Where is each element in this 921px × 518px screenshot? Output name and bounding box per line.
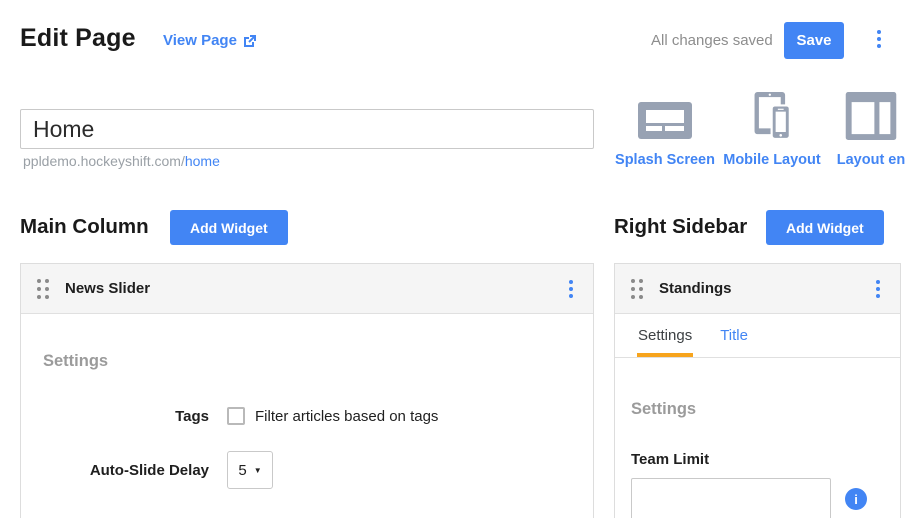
team-limit-row: i [631, 478, 884, 518]
news-slider-card-header: News Slider [21, 264, 593, 314]
page-name-input[interactable] [20, 109, 594, 149]
splash-screen-icon [638, 102, 692, 140]
tags-label: Tags [43, 408, 209, 425]
auto-slide-delay-value: 5 [238, 462, 246, 479]
page-url-prefix: ppldemo.hockeyshift.com/ [23, 153, 185, 169]
standings-body: Settings Team Limit i [615, 358, 900, 518]
news-slider-title: News Slider [65, 280, 565, 297]
news-slider-settings-heading: Settings [43, 352, 571, 371]
news-slider-body: Settings Tags Filter articles based on t… [21, 314, 593, 513]
page-options-kebab-icon[interactable] [873, 26, 885, 52]
standings-card-header: Standings [615, 264, 900, 314]
layout-columns-icon [841, 92, 901, 140]
splash-screen-option[interactable]: Splash Screen [612, 92, 718, 168]
standings-title: Standings [659, 280, 872, 297]
page-url-slug: home [185, 153, 220, 169]
news-slider-widget-card: News Slider Settings Tags Filter article… [20, 263, 594, 518]
auto-slide-delay-select[interactable]: 5 ▼ [227, 451, 273, 489]
view-page-label: View Page [163, 32, 237, 49]
team-limit-input[interactable] [631, 478, 831, 518]
news-slider-kebab-icon[interactable] [565, 276, 577, 302]
tab-title[interactable]: Title [719, 314, 749, 357]
layout-label: Layout en [837, 152, 905, 168]
external-link-icon [243, 34, 257, 48]
view-page-link[interactable]: View Page [163, 32, 257, 49]
right-sidebar-heading: Right Sidebar [614, 215, 747, 239]
standings-settings-heading: Settings [631, 400, 884, 419]
standings-widget-card: Standings Settings Title Settings Team L… [614, 263, 901, 518]
mobile-layout-option[interactable]: Mobile Layout [722, 92, 822, 168]
standings-tabs: Settings Title [615, 314, 900, 358]
auto-slide-delay-row: Auto-Slide Delay 5 ▼ [43, 451, 571, 489]
tags-row: Tags Filter articles based on tags [43, 407, 571, 425]
right-sidebar-add-widget-button[interactable]: Add Widget [766, 210, 884, 245]
select-caret-icon: ▼ [254, 466, 262, 475]
save-button[interactable]: Save [784, 22, 844, 59]
mobile-layout-label: Mobile Layout [723, 152, 820, 168]
mobile-layout-icon [745, 92, 799, 140]
drag-handle-icon[interactable] [631, 279, 643, 299]
standings-kebab-icon[interactable] [872, 276, 884, 302]
info-icon[interactable]: i [845, 488, 867, 510]
team-limit-label: Team Limit [631, 451, 884, 468]
filter-articles-checkbox[interactable] [227, 407, 245, 425]
main-column-heading: Main Column [20, 215, 149, 239]
drag-handle-icon[interactable] [37, 279, 49, 299]
splash-screen-label: Splash Screen [615, 152, 715, 168]
save-status-text: All changes saved [651, 32, 773, 49]
page-url: ppldemo.hockeyshift.com/home [23, 153, 220, 169]
filter-articles-checkbox-label: Filter articles based on tags [255, 408, 438, 425]
layout-option[interactable]: Layout en [816, 92, 921, 168]
tab-settings[interactable]: Settings [637, 314, 693, 357]
page-title: Edit Page [20, 24, 136, 53]
main-column-add-widget-button[interactable]: Add Widget [170, 210, 288, 245]
auto-slide-delay-label: Auto-Slide Delay [43, 462, 209, 479]
edit-page-screen: Edit Page View Page All changes saved Sa… [0, 0, 921, 518]
